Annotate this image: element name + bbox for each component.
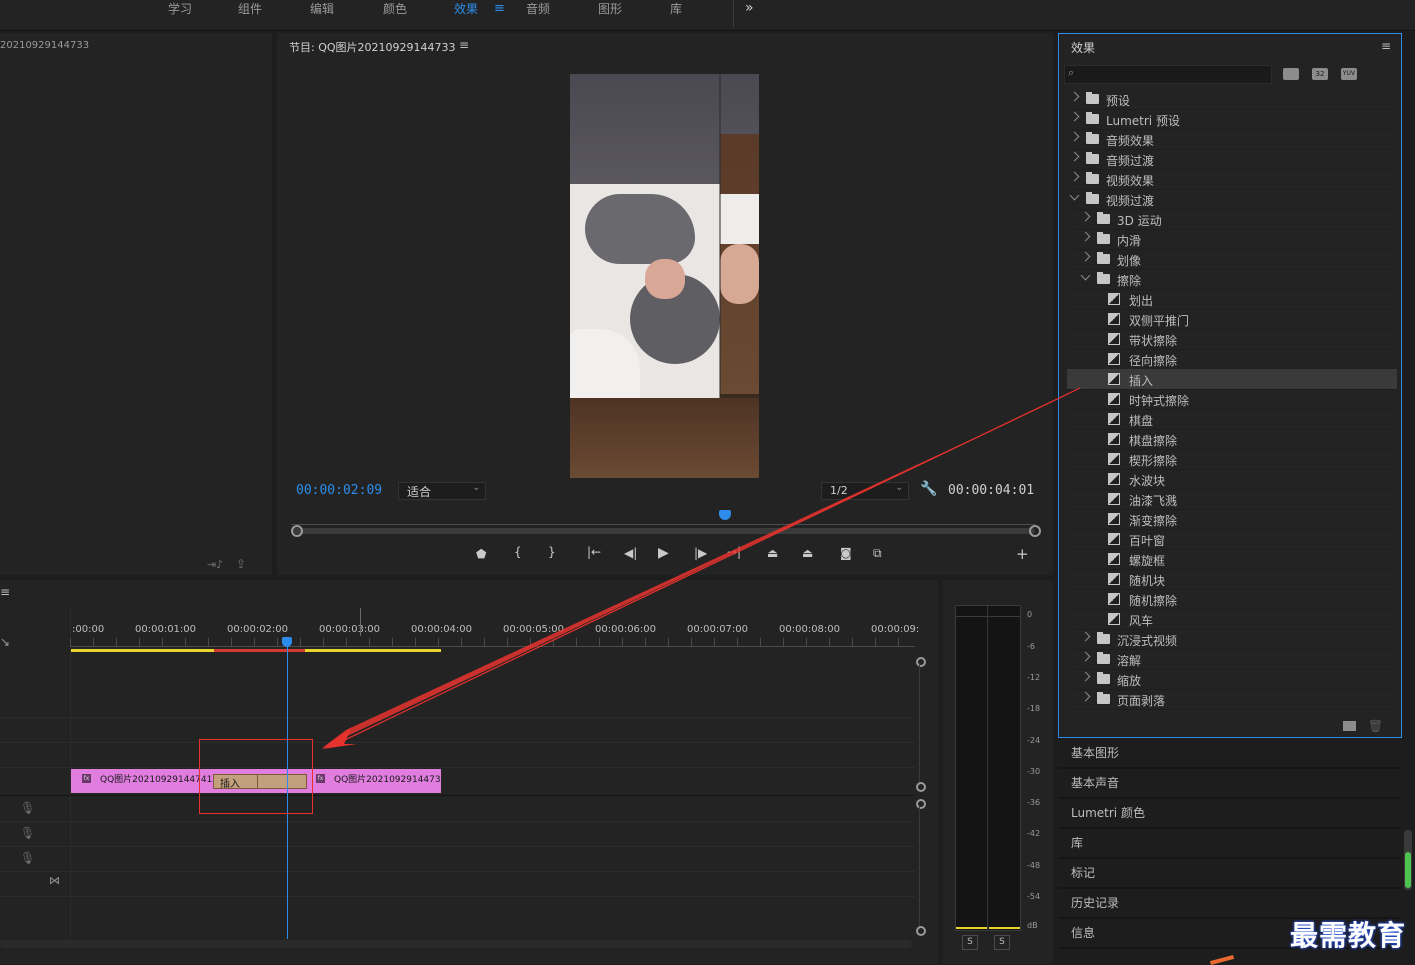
annotation-arrow	[322, 387, 1081, 749]
watermark-logo: 最需教育	[1290, 919, 1407, 952]
